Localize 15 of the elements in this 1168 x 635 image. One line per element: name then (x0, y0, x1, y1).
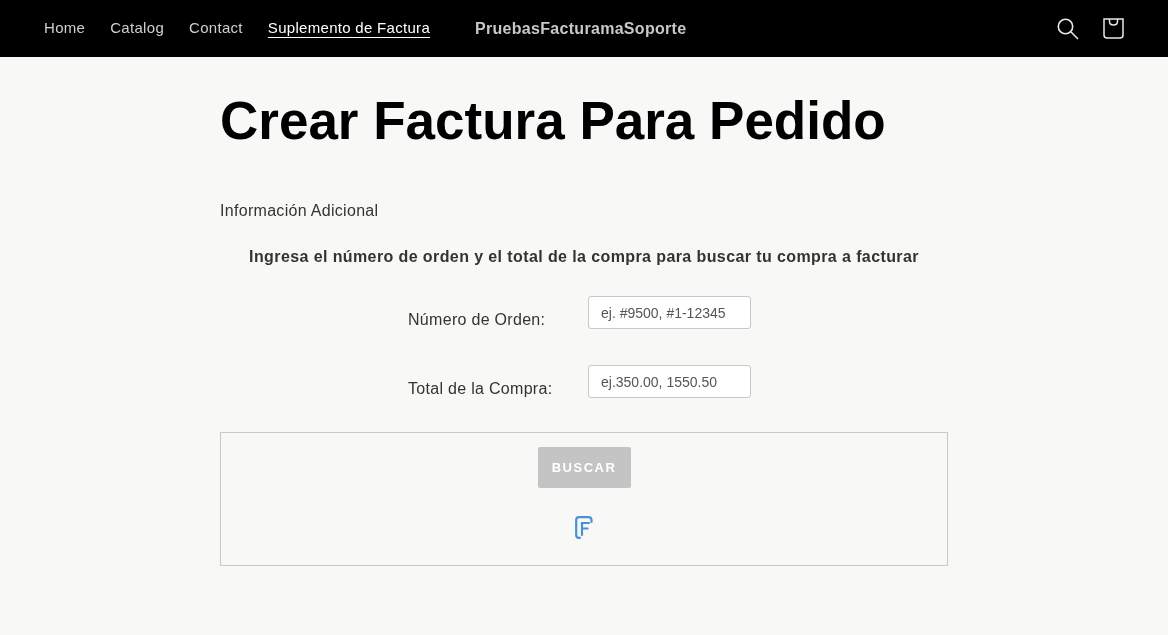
nav-link[interactable]: Suplemento de Factura (267, 17, 431, 40)
nav-link[interactable]: Contact (189, 17, 243, 40)
shopping-bag-icon[interactable] (1103, 18, 1124, 39)
page-title: Crear Factura Para Pedido (220, 94, 887, 147)
logo-icon (575, 516, 593, 539)
nav-link[interactable]: Catalog (110, 17, 165, 40)
section-label: Información Adicional (220, 201, 380, 221)
nav-link[interactable]: Home (44, 17, 86, 40)
field-label: Total de la Compra: (408, 378, 554, 399)
input-field[interactable]: ej.350.00, 1550.50 (588, 365, 751, 398)
search-icon[interactable] (1057, 17, 1079, 40)
instructions-text: Ingresa el número de orden y el total de la compra para buscar tu compra a facturar (248, 247, 920, 267)
field-label: Número de Orden: (408, 309, 547, 330)
input-field[interactable]: ej. #9500, #1-12345 (588, 296, 751, 329)
store-name[interactable]: PruebasFacturamaSoporte (475, 16, 687, 41)
